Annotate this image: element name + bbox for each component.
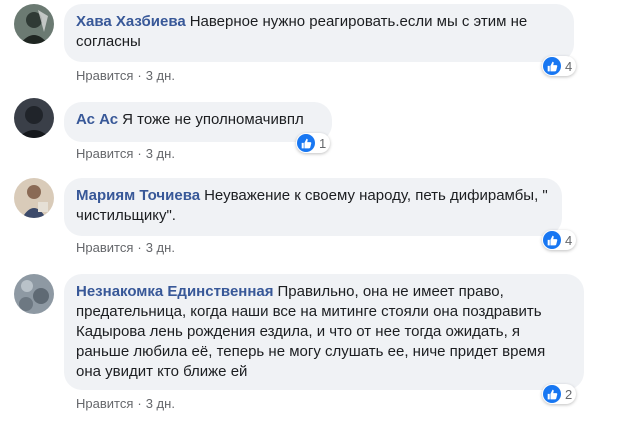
comment-author[interactable]: Мариям Точиева [76, 187, 200, 204]
avatar-image [14, 178, 54, 218]
comment-bubble: Незнакомка Единственная Правильно, она не… [64, 274, 584, 390]
separator: · [137, 146, 142, 161]
thumbs-up-icon [543, 385, 561, 403]
avatar[interactable] [14, 274, 54, 314]
separator: · [137, 240, 142, 255]
comment-bubble: Мариям Точиева Неуважение к своему народу… [64, 178, 562, 236]
reaction-badge[interactable]: 4 [542, 56, 577, 76]
avatar[interactable] [14, 178, 54, 218]
comment-meta: Нравится · 3 дн. [76, 68, 175, 83]
comment-time[interactable]: 3 дн. [146, 396, 175, 411]
separator: · [137, 68, 142, 83]
comment-time[interactable]: 3 дн. [146, 240, 175, 255]
comment-author[interactable]: Хава Хазбиева [76, 13, 186, 30]
separator: · [137, 396, 142, 411]
thumbs-up-icon [543, 57, 561, 75]
thumbs-up-icon [543, 231, 561, 249]
like-button[interactable]: Нравится [76, 68, 133, 83]
comment-meta: Нравится · 3 дн. [76, 146, 175, 161]
thumbs-up-icon [297, 134, 315, 152]
reaction-badge[interactable]: 1 [296, 133, 331, 153]
avatar[interactable] [14, 4, 54, 44]
comment-time[interactable]: 3 дн. [146, 146, 175, 161]
comment-meta: Нравится · 3 дн. [76, 240, 175, 255]
reaction-count: 4 [565, 58, 573, 74]
comment-bubble: Хава Хазбиева Наверное нужно реагировать.… [64, 4, 574, 62]
comment: Мариям Точиева Неуважение к своему народу… [0, 170, 625, 262]
reaction-badge[interactable]: 4 [542, 230, 577, 250]
comment-author[interactable]: Незнакомка Единственная [76, 283, 274, 300]
comment: Незнакомка Единственная Правильно, она не… [0, 262, 625, 425]
avatar-image [14, 98, 54, 138]
comment-bubble: Ас Ас Я тоже не уполномачивпл [64, 102, 332, 142]
comment-meta: Нравится · 3 дн. [76, 396, 175, 411]
comment-author[interactable]: Ас Ас [76, 111, 118, 128]
reaction-badge[interactable]: 2 [542, 384, 577, 404]
avatar-image [14, 4, 54, 44]
like-button[interactable]: Нравится [76, 146, 133, 161]
like-button[interactable]: Нравится [76, 240, 133, 255]
comment: Ас Ас Я тоже не уполномачивпл Нравится · 3 … [0, 90, 625, 170]
reaction-count: 1 [319, 135, 327, 151]
avatar[interactable] [14, 98, 54, 138]
comment-time[interactable]: 3 дн. [146, 68, 175, 83]
reaction-count: 2 [565, 386, 573, 402]
comment-text: Я тоже не уполномачивпл [122, 111, 304, 128]
like-button[interactable]: Нравится [76, 396, 133, 411]
comment: Хава Хазбиева Наверное нужно реагировать.… [0, 0, 625, 90]
avatar-image [14, 274, 54, 314]
reaction-count: 4 [565, 232, 573, 248]
